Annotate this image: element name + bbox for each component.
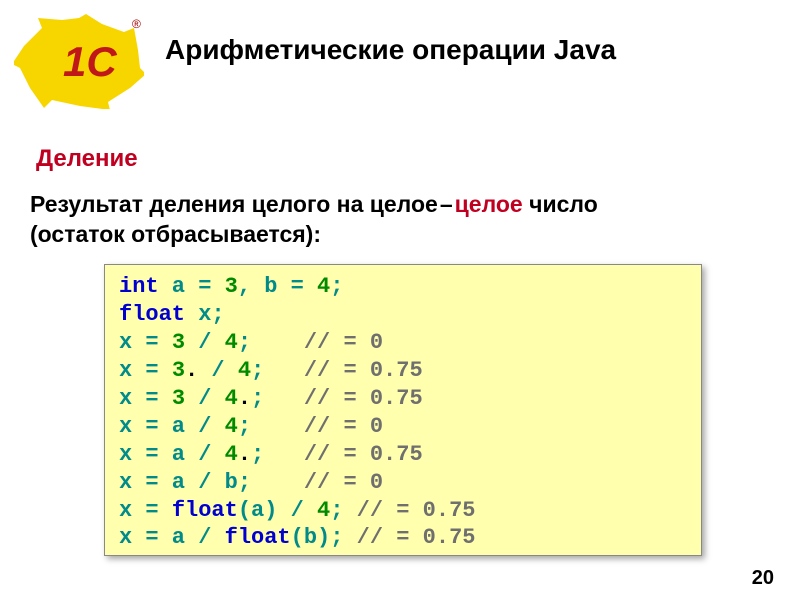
logo-text: 1C [63, 38, 117, 85]
code-kw: int [119, 274, 159, 299]
code-text: ; [238, 330, 304, 355]
description-text: Результат деления целого на целое–целое … [30, 190, 598, 250]
page-number: 20 [752, 567, 774, 590]
code-text: x = [119, 386, 172, 411]
code-text: ; [251, 358, 304, 383]
code-text: ; [251, 386, 304, 411]
desc-part3: число [523, 191, 598, 217]
desc-dash: – [438, 191, 455, 217]
code-example: int a = 3, b = 4; float x; x = 3 / 4; //… [104, 264, 702, 556]
code-text: a = [159, 274, 225, 299]
desc-highlight: целое [455, 191, 523, 217]
code-text: ; [330, 274, 343, 299]
desc-part4: (остаток отбрасывается): [30, 221, 321, 247]
code-text: (a) / [238, 498, 317, 523]
desc-part1: Результат деления целого на целое [30, 191, 438, 217]
code-dot: . [185, 358, 198, 383]
code-num: 3 [172, 358, 185, 383]
code-text: x = a / b; [119, 470, 304, 495]
code-text: , b = [238, 274, 317, 299]
code-comment: // = 0 [304, 470, 383, 495]
code-num: 4 [225, 414, 238, 439]
code-text: / [185, 330, 225, 355]
code-text: x = a / [119, 442, 225, 467]
code-comment: // = 0 [304, 414, 383, 439]
code-num: 4 [225, 330, 238, 355]
code-text: ; [238, 414, 304, 439]
code-text: x = [119, 330, 172, 355]
code-kw: float [119, 302, 185, 327]
code-text: x = [119, 358, 172, 383]
code-kw: float [172, 498, 238, 523]
code-text: x = a / [119, 525, 225, 550]
code-dot: . [238, 442, 251, 467]
code-num: 4 [317, 274, 330, 299]
code-comment: // = 0.75 [304, 442, 423, 467]
code-comment: // = 0.75 [357, 525, 476, 550]
code-text: x = a / [119, 414, 225, 439]
code-num: 3 [172, 386, 185, 411]
code-text: ; [330, 498, 356, 523]
code-text: / [185, 386, 225, 411]
code-text: (b); [291, 525, 357, 550]
code-comment: // = 0.75 [304, 358, 423, 383]
code-num: 4 [238, 358, 251, 383]
code-num: 3 [225, 274, 238, 299]
logo-1c: 1C ® [14, 14, 144, 109]
code-num: 3 [172, 330, 185, 355]
logo-reg: ® [132, 17, 141, 31]
code-text: x; [185, 302, 225, 327]
code-num: 4 [317, 498, 330, 523]
code-text: / [198, 358, 238, 383]
code-comment: // = 0.75 [304, 386, 423, 411]
code-comment: // = 0.75 [357, 498, 476, 523]
code-num: 4 [225, 386, 238, 411]
code-dot: . [238, 386, 251, 411]
code-kw: float [225, 525, 291, 550]
code-num: 4 [225, 442, 238, 467]
section-heading: Деление [36, 145, 138, 173]
code-text: x = [119, 498, 172, 523]
code-text: ; [251, 442, 304, 467]
code-comment: // = 0 [304, 330, 383, 355]
page-title: Арифметические операции Java [165, 34, 616, 66]
